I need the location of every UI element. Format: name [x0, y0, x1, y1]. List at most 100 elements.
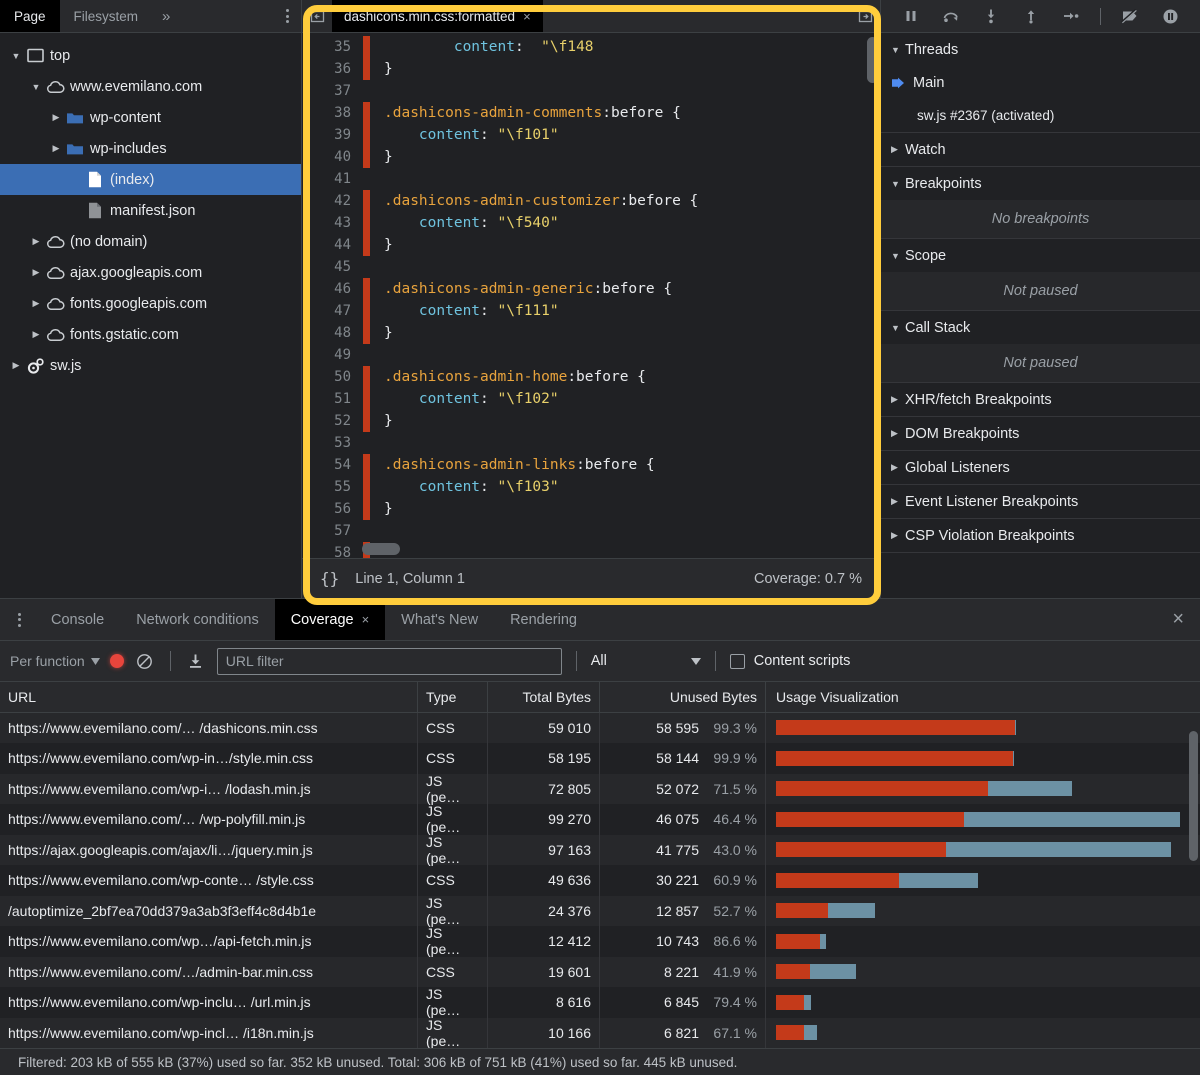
table-row[interactable]: https://www.evemilano.com/… /wp-polyfill…	[0, 803, 1200, 835]
caret-right-icon[interactable]: ▶	[891, 462, 905, 473]
caret-down-icon[interactable]: ▼	[891, 323, 905, 333]
table-row[interactable]: https://www.evemilano.com/wp-in…/style.m…	[0, 743, 1200, 774]
unused-percent-value: 43.0 %	[713, 841, 757, 858]
twisty-open-icon[interactable]: ▼	[8, 51, 24, 61]
step-over-button[interactable]	[938, 3, 964, 29]
section-header-call-stack[interactable]: ▼ Call Stack	[881, 311, 1200, 344]
show-debugger-icon[interactable]	[850, 0, 880, 32]
nav-more-tabs-icon[interactable]: »	[152, 0, 180, 32]
section-header-breakpoints[interactable]: ▼ Breakpoints	[881, 167, 1200, 200]
coverage-blank-marker	[360, 168, 378, 190]
table-row[interactable]: https://ajax.googleapis.com/ajax/li…/jqu…	[0, 834, 1200, 866]
caret-down-icon[interactable]: ▼	[891, 45, 905, 55]
twisty-closed-icon[interactable]: ▶	[8, 360, 24, 371]
twisty-open-icon[interactable]: ▼	[28, 82, 44, 92]
caret-right-icon[interactable]: ▶	[891, 530, 905, 541]
source-tab-dashicons[interactable]: dashicons.min.css:formatted ×	[332, 0, 543, 32]
table-row[interactable]: https://www.evemilano.com/wp-i… /lodash.…	[0, 773, 1200, 805]
section-header-csp-violation-breakpoints[interactable]: ▶ CSP Violation Breakpoints	[881, 519, 1200, 552]
column-header-total[interactable]: Total Bytes	[488, 682, 600, 712]
table-row[interactable]: https://www.evemilano.com/…/admin-bar.mi…	[0, 956, 1200, 987]
step-into-button[interactable]	[978, 3, 1004, 29]
record-button[interactable]	[109, 654, 124, 668]
section-header-event-listener-breakpoints[interactable]: ▶ Event Listener Breakpoints	[881, 485, 1200, 518]
drawer-tab-what-s-new[interactable]: What's New	[385, 599, 494, 640]
code-content[interactable]: content: "\f148} .dashicons-admin-comment…	[378, 33, 880, 558]
tree-item-ajax-googleapis-com[interactable]: ▶ ajax.googleapis.com	[0, 257, 301, 288]
pause-on-exceptions-button[interactable]	[1157, 3, 1183, 29]
line-number: 48	[334, 325, 351, 341]
thread-item-main[interactable]: Main	[881, 66, 1200, 99]
twisty-closed-icon[interactable]: ▶	[28, 329, 44, 340]
section-header-xhr-fetch-breakpoints[interactable]: ▶ XHR/fetch Breakpoints	[881, 383, 1200, 416]
twisty-closed-icon[interactable]: ▶	[48, 143, 64, 154]
table-row[interactable]: https://www.evemilano.com/wp-incl… /i18n…	[0, 1017, 1200, 1048]
tree-item-manifest-json[interactable]: manifest.json	[0, 195, 301, 226]
tree-item-top[interactable]: ▼ top	[0, 40, 301, 71]
drawer-tab-console[interactable]: Console	[35, 599, 120, 640]
twisty-closed-icon[interactable]: ▶	[28, 298, 44, 309]
column-header-usage[interactable]: Usage Visualization	[766, 682, 1200, 712]
pause-script-execution-button[interactable]	[898, 3, 924, 29]
tree-item-no-domain[interactable]: ▶ (no domain)	[0, 226, 301, 257]
column-header-url[interactable]: URL	[0, 682, 418, 712]
source-tab-close-icon[interactable]: ×	[523, 9, 531, 24]
editor-vertical-scrollbar[interactable]	[867, 37, 878, 83]
table-row[interactable]: https://www.evemilano.com/wp-conte… /sty…	[0, 865, 1200, 896]
editor-horizontal-scrollbar[interactable]	[362, 543, 400, 555]
type-filter-select[interactable]: All	[591, 653, 701, 669]
tree-item-fonts-gstatic-com[interactable]: ▶ fonts.gstatic.com	[0, 319, 301, 350]
content-scripts-checkbox[interactable]: Content scripts	[729, 653, 850, 669]
table-row[interactable]: https://www.evemilano.com/wp-inclu… /url…	[0, 986, 1200, 1018]
twisty-closed-icon[interactable]: ▶	[48, 112, 64, 123]
tree-item-sw-js[interactable]: ▶ sw.js	[0, 350, 301, 381]
twisty-closed-icon[interactable]: ▶	[28, 236, 44, 247]
section-header-dom-breakpoints[interactable]: ▶ DOM Breakpoints	[881, 417, 1200, 450]
coverage-vertical-scrollbar[interactable]	[1189, 731, 1198, 861]
thread-item-worker[interactable]: sw.js #2367 (activated)	[881, 99, 1200, 132]
code-editor[interactable]: 35 36 37 38 39 40 41 42 43 44 45 46 47 48 49 50 51 52 53 54…	[302, 33, 880, 558]
caret-right-icon[interactable]: ▶	[891, 428, 905, 439]
cell-total-bytes: 97 163	[488, 834, 600, 865]
drawer-tab-coverage[interactable]: Coverage ×	[274, 599, 386, 640]
drawer-tab-rendering[interactable]: Rendering	[494, 599, 593, 640]
navigator-more-options-icon[interactable]	[274, 0, 301, 32]
caret-down-icon[interactable]: ▼	[891, 179, 905, 189]
step-button[interactable]	[1058, 3, 1084, 29]
table-row[interactable]: https://www.evemilano.com/wp…/api-fetch.…	[0, 925, 1200, 957]
tree-item-fonts-googleapis-com[interactable]: ▶ fonts.googleapis.com	[0, 288, 301, 319]
section-header-watch[interactable]: ▶ Watch	[881, 133, 1200, 166]
deactivate-breakpoints-button[interactable]	[1117, 3, 1143, 29]
step-out-button[interactable]	[1018, 3, 1044, 29]
url-filter-input[interactable]	[216, 647, 562, 675]
tree-item-www-evemilano-com[interactable]: ▼ www.evemilano.com	[0, 71, 301, 102]
caret-right-icon[interactable]: ▶	[891, 144, 905, 155]
cell-type: JS (pe…	[418, 925, 488, 957]
column-header-unused[interactable]: Unused Bytes	[600, 682, 766, 712]
table-row[interactable]: https://www.evemilano.com/… /dashicons.m…	[0, 712, 1200, 743]
tree-item-wp-content[interactable]: ▶ wp-content	[0, 102, 301, 133]
caret-down-icon[interactable]: ▼	[891, 251, 905, 261]
column-header-type[interactable]: Type	[418, 682, 488, 712]
section-header-threads[interactable]: ▼ Threads	[881, 33, 1200, 66]
tree-item-index[interactable]: (index)	[0, 164, 301, 195]
drawer-tab-network-conditions[interactable]: Network conditions	[120, 599, 275, 640]
nav-tab-filesystem[interactable]: Filesystem	[60, 0, 153, 32]
drawer-close-icon[interactable]: ×	[1156, 599, 1200, 640]
clear-button[interactable]	[134, 650, 156, 672]
drawer-tab-close-icon[interactable]: ×	[362, 612, 370, 627]
tree-item-wp-includes[interactable]: ▶ wp-includes	[0, 133, 301, 164]
caret-right-icon[interactable]: ▶	[891, 394, 905, 405]
folder-icon	[64, 142, 86, 156]
granularity-select[interactable]: Per function	[10, 653, 100, 669]
pretty-print-icon[interactable]: {}	[320, 569, 339, 588]
show-navigator-icon[interactable]	[302, 0, 332, 32]
section-header-global-listeners[interactable]: ▶ Global Listeners	[881, 451, 1200, 484]
twisty-closed-icon[interactable]: ▶	[28, 267, 44, 278]
caret-right-icon[interactable]: ▶	[891, 496, 905, 507]
drawer-more-options-icon[interactable]	[0, 599, 35, 640]
section-header-scope[interactable]: ▼ Scope	[881, 239, 1200, 272]
table-row[interactable]: /autoptimize_2bf7ea70dd379a3ab3f3eff4c8d…	[0, 895, 1200, 927]
export-button[interactable]	[185, 650, 207, 672]
nav-tab-page[interactable]: Page	[0, 0, 60, 32]
